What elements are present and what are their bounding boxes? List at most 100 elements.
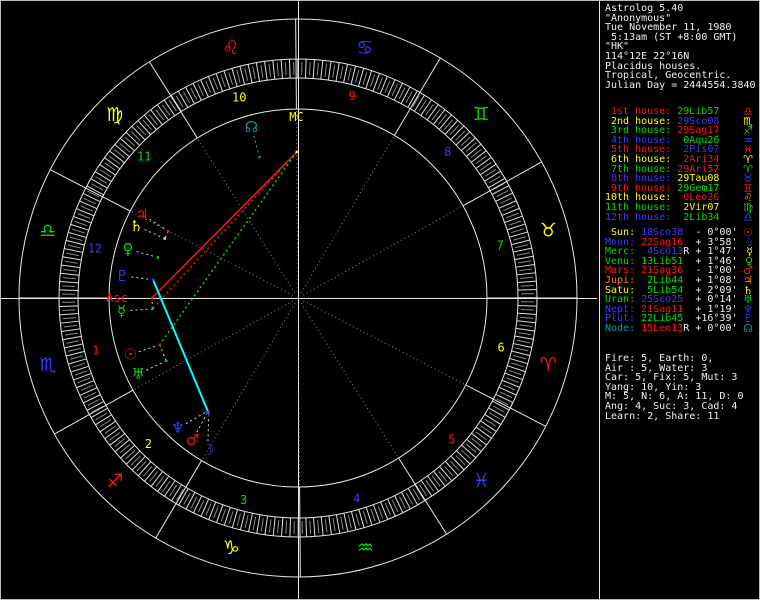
degree-tick <box>90 178 108 189</box>
planet-velocity: + 0°00' <box>689 322 738 334</box>
degree-tick <box>520 284 534 287</box>
degree-tick <box>460 449 472 460</box>
degree-tick <box>400 86 411 104</box>
degree-tick <box>136 125 147 136</box>
degree-tick <box>461 444 477 459</box>
degree-tick <box>517 312 537 315</box>
degree-tick <box>236 513 241 527</box>
degree-tick <box>484 170 501 182</box>
degree-tick <box>62 317 76 320</box>
degree-tick <box>67 347 81 352</box>
planet-degree-dot <box>156 256 159 259</box>
degree-tick <box>511 362 524 368</box>
degree-tick <box>328 515 332 535</box>
zodiac-libra-icon: ♎ <box>39 220 56 242</box>
angle-degree-dot <box>295 150 298 154</box>
degree-tick <box>239 511 246 531</box>
degree-tick <box>66 340 80 344</box>
degree-tick <box>460 136 471 147</box>
degree-tick <box>86 401 105 411</box>
degree-tick <box>484 413 502 425</box>
degree-tick <box>450 455 465 471</box>
degree-tick <box>66 350 85 357</box>
degree-tick <box>200 79 209 98</box>
house-cusp-inner-dotted <box>300 135 395 294</box>
degree-tick <box>350 511 357 530</box>
house-number: 4 <box>353 492 360 506</box>
planet-saturn-icon: ♄ <box>130 217 143 235</box>
sign-icon: ♎ <box>743 210 753 224</box>
degree-tick <box>369 74 376 88</box>
degree-tick <box>308 62 311 76</box>
degree-tick <box>77 213 90 219</box>
degree-tick <box>268 519 272 533</box>
degree-tick <box>62 285 76 288</box>
planet-pointer-line <box>138 344 158 353</box>
degree-tick <box>109 150 125 164</box>
degree-tick <box>65 239 85 246</box>
degree-tick <box>505 212 519 219</box>
degree-tick <box>60 272 80 276</box>
degree-tick <box>514 255 534 261</box>
degree-tick <box>444 119 459 135</box>
degree-tick <box>69 355 83 360</box>
degree-tick <box>407 488 419 506</box>
degree-tick <box>513 355 527 360</box>
degree-tick <box>62 335 82 341</box>
house-number: 7 <box>497 238 504 252</box>
degree-tick <box>66 252 80 257</box>
degree-tick <box>516 272 536 276</box>
degree-tick <box>157 475 170 492</box>
house-number: 9 <box>349 89 356 103</box>
planet-sun-icon: ☉ <box>124 346 137 364</box>
degree-tick <box>125 450 141 465</box>
degree-tick <box>327 61 332 81</box>
degree-tick <box>136 460 147 472</box>
planet-pointer-line <box>136 250 156 258</box>
degree-tick <box>62 256 82 261</box>
zodiac-capricorn-icon: ♑ <box>223 537 240 559</box>
degree-tick <box>304 59 307 79</box>
degree-tick <box>64 343 83 349</box>
aspect-line-mc-sun <box>159 151 298 346</box>
planet-degree-dot <box>151 307 154 311</box>
degree-tick <box>511 350 531 357</box>
degree-tick <box>64 332 78 336</box>
degree-tick <box>413 94 425 112</box>
degree-tick <box>386 79 396 98</box>
house-row: 12th house: 2Lib34 ♎ <box>605 210 759 224</box>
degree-tick <box>77 377 91 384</box>
degree-tick <box>212 77 219 91</box>
planet-row: Node: 15Leo13R + 0°00' ☊ <box>605 322 759 334</box>
degree-tick <box>426 104 439 121</box>
degree-tick <box>520 308 534 311</box>
degree-tick <box>475 156 492 169</box>
degree-tick <box>393 82 404 101</box>
degree-tick <box>427 475 440 492</box>
degree-tick <box>62 277 76 280</box>
info-sidebar: Astrolog 5.40 "Anonymous" Tue November 1… <box>601 0 759 600</box>
degree-tick <box>324 519 328 533</box>
degree-tick <box>205 80 212 93</box>
degree-tick <box>495 192 513 202</box>
degree-tick <box>59 289 79 292</box>
degree-tick <box>420 99 432 116</box>
degree-tick <box>339 66 344 80</box>
degree-tick <box>61 264 81 269</box>
planet-label: Node: <box>605 322 636 334</box>
degree-tick <box>79 200 98 210</box>
degree-tick <box>340 516 344 530</box>
planet-neptune-icon: ♆ <box>171 419 184 437</box>
degree-tick <box>515 244 529 249</box>
degree-tick <box>284 62 287 76</box>
degree-tick <box>185 86 195 105</box>
planet-pointer-line <box>131 276 152 280</box>
degree-tick <box>370 508 376 522</box>
degree-tick <box>343 64 348 83</box>
planet-degree-dot <box>163 237 166 240</box>
degree-tick <box>72 362 85 368</box>
degree-tick <box>503 205 516 212</box>
degree-tick <box>244 515 249 529</box>
degree-tick <box>272 60 276 80</box>
planet-pointer-line <box>207 415 210 442</box>
